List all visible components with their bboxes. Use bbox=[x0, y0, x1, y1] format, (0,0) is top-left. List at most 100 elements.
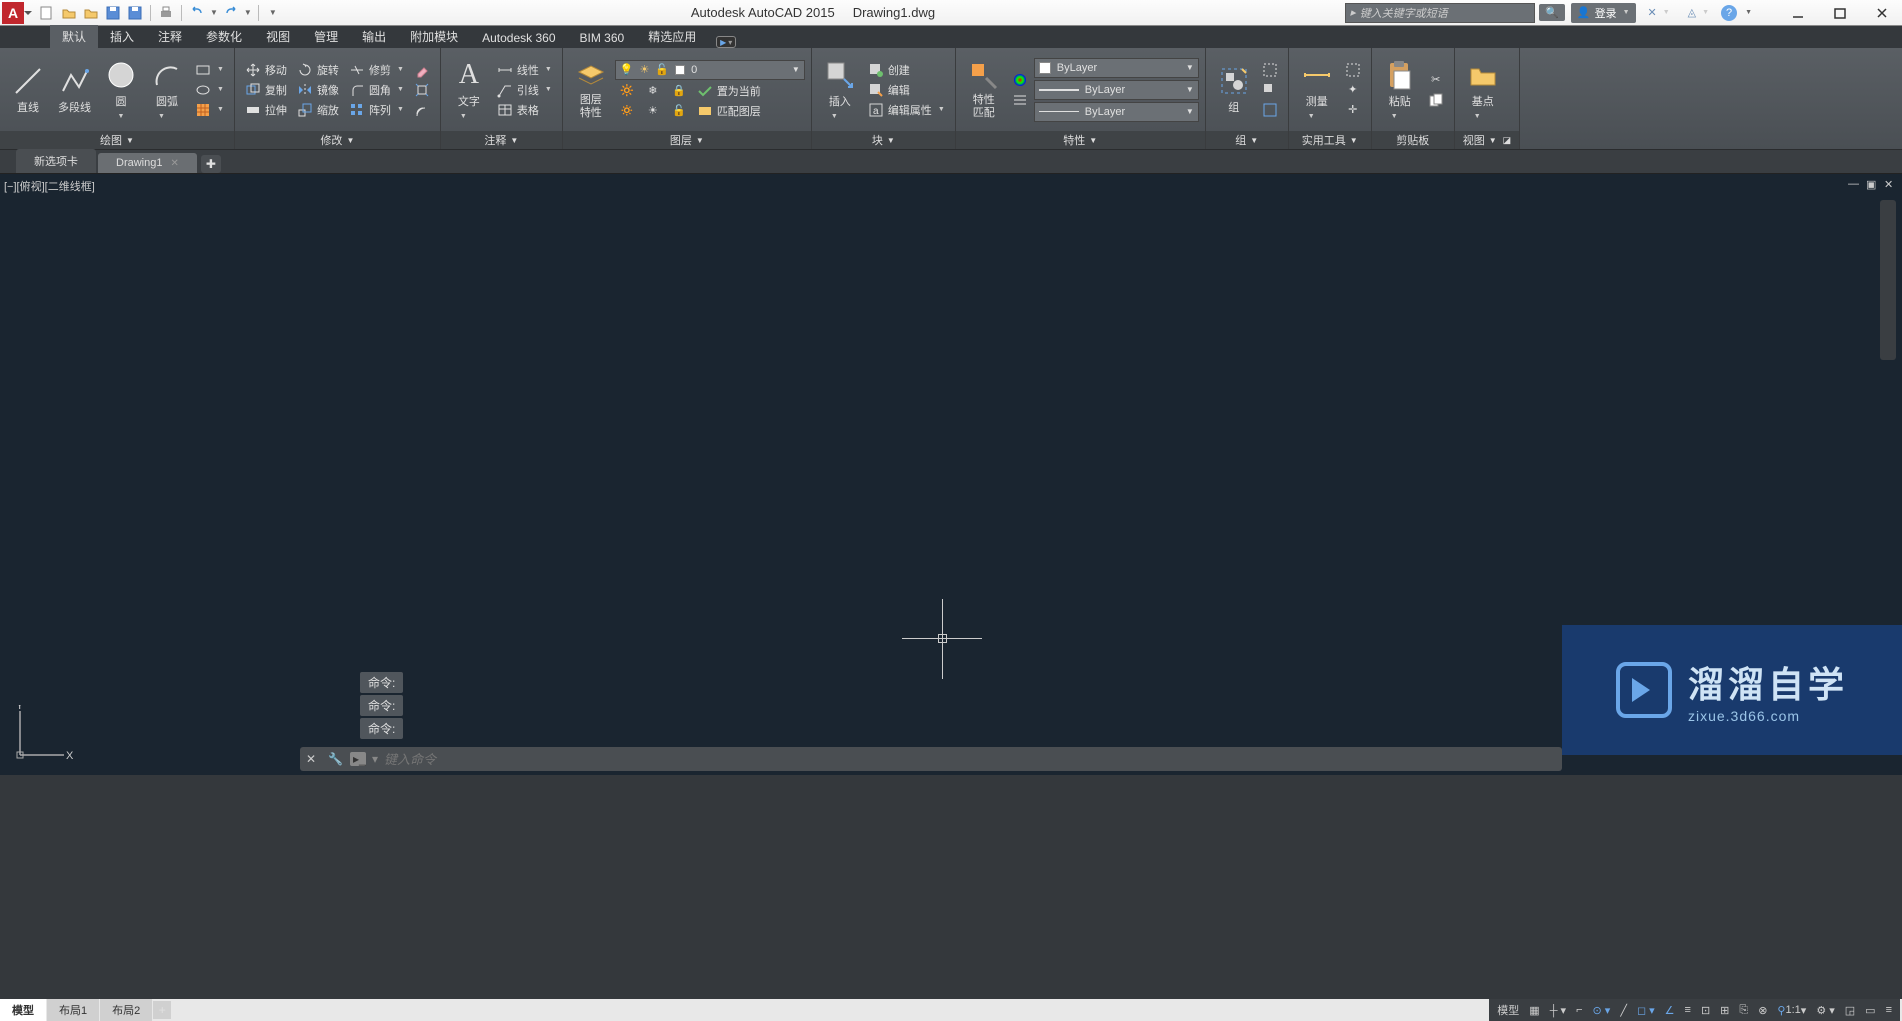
tab-insert[interactable]: 插入 bbox=[98, 25, 146, 48]
circle-button[interactable]: 圆▼ bbox=[99, 57, 143, 123]
layer-dropdown[interactable]: 💡 ☀ 🔓 0 ▼ bbox=[615, 60, 805, 80]
group-edit-icon[interactable] bbox=[1258, 81, 1282, 99]
vp-minimize-icon[interactable]: — bbox=[1848, 178, 1862, 192]
move-button[interactable]: 移动 bbox=[241, 61, 291, 79]
quick-calc-icon[interactable]: ✦ bbox=[1341, 81, 1365, 99]
open-icon[interactable] bbox=[60, 4, 78, 22]
text-button[interactable]: A 文字▼ bbox=[447, 57, 491, 123]
layer-unlock-icon[interactable]: 🔓 bbox=[667, 102, 691, 120]
status-tpy-icon[interactable]: ⊡ bbox=[1697, 1002, 1714, 1019]
layer-thaw-icon[interactable]: ☀ bbox=[641, 102, 665, 120]
command-input[interactable] bbox=[384, 752, 1556, 767]
ungroup-icon[interactable] bbox=[1258, 61, 1282, 79]
close-tab-icon[interactable]: ✕ bbox=[170, 158, 178, 169]
cut-icon[interactable]: ✂ bbox=[1424, 71, 1448, 89]
group-button[interactable]: 组 bbox=[1212, 63, 1256, 117]
rotate-button[interactable]: 旋转 bbox=[293, 61, 343, 79]
search-go-icon[interactable]: 🔍 bbox=[1539, 4, 1565, 21]
ellipse-icon[interactable]: ▼ bbox=[191, 81, 228, 99]
tab-parametric[interactable]: 参数化 bbox=[194, 25, 254, 48]
minimize-icon[interactable] bbox=[1778, 2, 1818, 24]
status-clean-icon[interactable]: ▭ bbox=[1861, 1002, 1879, 1019]
polyline-button[interactable]: 多段线 bbox=[52, 63, 97, 117]
erase-icon[interactable] bbox=[410, 61, 434, 79]
help-icon[interactable]: ? bbox=[1721, 5, 1737, 21]
tab-manage[interactable]: 管理 bbox=[302, 25, 350, 48]
paste-button[interactable]: 粘贴▼ bbox=[1378, 57, 1422, 123]
qat-customize-icon[interactable]: ▼ bbox=[265, 8, 281, 17]
tab-annotate[interactable]: 注释 bbox=[146, 25, 194, 48]
layer-freeze-icon[interactable]: ❄ bbox=[641, 82, 665, 100]
app-logo[interactable]: A bbox=[2, 2, 24, 24]
vp-maximize-icon[interactable]: ▣ bbox=[1866, 178, 1880, 192]
save-icon[interactable] bbox=[104, 4, 122, 22]
fillet-button[interactable]: 圆角▼ bbox=[345, 81, 408, 99]
tab-addons[interactable]: 附加模块 bbox=[398, 25, 470, 48]
lineweight-dropdown[interactable]: ByLayer▼ bbox=[1034, 80, 1199, 100]
status-otrack-icon[interactable]: ∠ bbox=[1661, 1002, 1679, 1019]
panel-title-utilities[interactable]: 实用工具▼ bbox=[1289, 131, 1371, 149]
vp-close-icon[interactable]: ✕ bbox=[1884, 178, 1898, 192]
select-all-icon[interactable] bbox=[1341, 61, 1365, 79]
saveas-icon[interactable] bbox=[126, 4, 144, 22]
hatch-icon[interactable]: ▼ bbox=[191, 101, 228, 119]
tab-a360[interactable]: Autodesk 360 bbox=[470, 28, 567, 48]
line-button[interactable]: 直线 bbox=[6, 63, 50, 117]
cmd-prompt-icon[interactable]: ▸_ bbox=[350, 752, 366, 766]
edit-block-button[interactable]: 编辑 bbox=[864, 81, 949, 99]
new-icon[interactable] bbox=[38, 4, 56, 22]
insert-block-button[interactable]: 插入▼ bbox=[818, 57, 862, 123]
ribbon-collapse-icon[interactable]: ▶▾ bbox=[716, 36, 736, 48]
panel-title-view[interactable]: 视图▼◪ bbox=[1455, 131, 1519, 149]
tab-default[interactable]: 默认 bbox=[50, 25, 98, 48]
add-layout-icon[interactable]: + bbox=[153, 1001, 171, 1019]
edit-attr-button[interactable]: a编辑属性▼ bbox=[864, 101, 949, 119]
status-osnap-icon[interactable]: ◻ ▾ bbox=[1633, 1002, 1659, 1019]
maximize-icon[interactable] bbox=[1820, 2, 1860, 24]
status-qp-icon[interactable]: ⊞ bbox=[1716, 1002, 1733, 1019]
group-bbox-icon[interactable] bbox=[1258, 101, 1282, 119]
status-workspace-icon[interactable]: ◲ bbox=[1841, 1002, 1859, 1019]
status-annoscale[interactable]: ⚲ 1:1 ▾ bbox=[1773, 1002, 1810, 1019]
layer-off-icon[interactable]: 🔆 bbox=[615, 82, 639, 100]
file-tab-drawing1[interactable]: Drawing1✕ bbox=[98, 153, 197, 173]
color-wheel-icon[interactable] bbox=[1008, 71, 1032, 89]
exchange-icon[interactable]: ✕▼ bbox=[1642, 4, 1676, 21]
copy-clip-icon[interactable] bbox=[1424, 91, 1448, 109]
cmd-close-icon[interactable]: ✕ bbox=[306, 752, 322, 766]
make-current-button[interactable]: 置为当前 bbox=[693, 82, 765, 100]
status-snap-icon[interactable]: ┼ ▾ bbox=[1546, 1002, 1570, 1019]
layout-tab-1[interactable]: 布局1 bbox=[47, 999, 99, 1021]
panel-title-annotation[interactable]: 注释▼ bbox=[441, 131, 562, 149]
offset-icon[interactable] bbox=[410, 101, 434, 119]
trim-button[interactable]: 修剪▼ bbox=[345, 61, 408, 79]
leader-button[interactable]: 引线▼ bbox=[493, 81, 556, 99]
panel-title-block[interactable]: 块▼ bbox=[812, 131, 955, 149]
cloud-icon[interactable]: ◬▼ bbox=[1682, 4, 1715, 21]
match-properties-button[interactable]: 特性匹配 bbox=[962, 58, 1006, 120]
status-sc-icon[interactable]: ⎘ bbox=[1735, 1002, 1752, 1019]
status-grid-icon[interactable]: ▦ bbox=[1525, 1002, 1543, 1019]
print-icon[interactable] bbox=[157, 4, 175, 22]
array-button[interactable]: 阵列▼ bbox=[345, 101, 408, 119]
status-ortho-icon[interactable]: ⌐ bbox=[1572, 1002, 1586, 1018]
status-ds-icon[interactable]: ⊗ bbox=[1754, 1002, 1771, 1019]
status-gear-icon[interactable]: ⚙ ▾ bbox=[1812, 1002, 1838, 1019]
list-icon[interactable] bbox=[1008, 91, 1032, 109]
status-polar-icon[interactable]: ⊙ ▾ bbox=[1589, 1002, 1615, 1019]
match-layer-button[interactable]: 匹配图层 bbox=[693, 102, 765, 120]
drawing-canvas[interactable]: [−][俯视][二维线框] — ▣ ✕ Y X 命令: 命令: 命令: ✕ 🔧 … bbox=[0, 174, 1902, 775]
status-customize-icon[interactable]: ≡ bbox=[1882, 1002, 1896, 1018]
close-icon[interactable] bbox=[1862, 2, 1902, 24]
login-button[interactable]: 👤 登录 ▼ bbox=[1571, 3, 1636, 23]
color-dropdown[interactable]: ByLayer▼ bbox=[1034, 58, 1199, 78]
panel-title-clipboard[interactable]: 剪贴板 bbox=[1372, 131, 1454, 149]
explode-icon[interactable] bbox=[410, 81, 434, 99]
measure-button[interactable]: 测量▼ bbox=[1295, 57, 1339, 123]
mirror-button[interactable]: 镜像 bbox=[293, 81, 343, 99]
create-block-button[interactable]: 创建 bbox=[864, 61, 949, 79]
layout-tab-2[interactable]: 布局2 bbox=[100, 999, 152, 1021]
search-input[interactable]: ▸ 键入关键字或短语 bbox=[1345, 3, 1535, 23]
point-icon[interactable]: ✛ bbox=[1341, 101, 1365, 119]
add-tab-icon[interactable]: ✚ bbox=[201, 155, 221, 173]
